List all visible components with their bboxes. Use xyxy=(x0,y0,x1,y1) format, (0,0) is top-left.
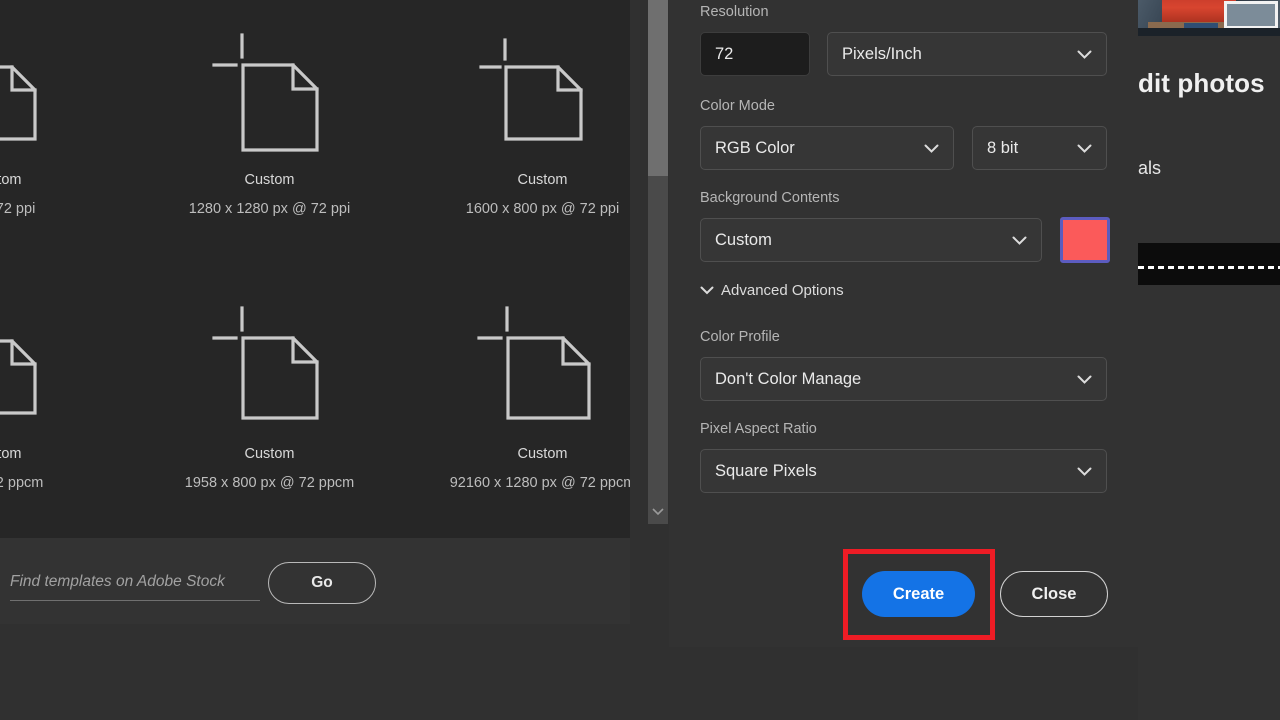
template-grid-pane: Custom px @ 72 ppi Custom 1280 x 12 xyxy=(0,0,630,538)
color-profile-value: Don't Color Manage xyxy=(715,369,862,388)
home-card[interactable] xyxy=(1138,243,1280,285)
color-mode-label: Color Mode xyxy=(700,98,775,114)
resolution-value: 72 xyxy=(715,44,734,63)
close-button[interactable]: Close xyxy=(1000,571,1108,617)
document-portrait-icon xyxy=(133,12,406,162)
color-depth-value: 8 bit xyxy=(987,138,1019,157)
create-button[interactable]: Create xyxy=(862,571,975,617)
resolution-input[interactable]: 72 xyxy=(700,32,810,76)
template-card[interactable]: Custom 92160 x 1280 px @ 72 ppcm xyxy=(406,256,630,530)
background-contents-dropdown[interactable]: Custom xyxy=(700,218,1042,262)
pixel-aspect-ratio-value: Square Pixels xyxy=(715,461,817,480)
template-card[interactable]: Custom 1958 x 800 px @ 72 ppcm xyxy=(133,256,406,530)
color-depth-dropdown[interactable]: 8 bit xyxy=(972,126,1107,170)
chevron-down-icon xyxy=(1012,236,1027,245)
template-card[interactable]: Custom 1600 x 800 px @ 72 ppi xyxy=(406,0,630,256)
resolution-unit-dropdown[interactable]: Pixels/Inch xyxy=(827,32,1107,76)
screen-root: dit photos als om 2 ppi Custom 1280 x 12… xyxy=(0,0,1280,720)
color-profile-label: Color Profile xyxy=(700,329,780,345)
chevron-down-icon xyxy=(1077,467,1092,476)
template-dimensions: 1958 x 800 px @ 72 ppcm xyxy=(184,475,355,491)
template-name: Custom xyxy=(244,172,295,188)
advanced-options-toggle[interactable]: Advanced Options xyxy=(700,282,844,299)
color-mode-value: RGB Color xyxy=(715,138,795,157)
home-screen-column: dit photos als xyxy=(1138,0,1280,720)
template-dimensions: px @ 72 ppcm xyxy=(0,475,44,491)
template-dimensions: 1280 x 1280 px @ 72 ppi xyxy=(188,201,351,217)
chevron-down-icon xyxy=(700,286,714,295)
photo-thumbnail[interactable] xyxy=(1138,0,1280,36)
document-landscape-icon xyxy=(0,286,133,436)
template-card[interactable]: Custom px @ 72 ppi xyxy=(0,0,133,256)
background-color-swatch[interactable] xyxy=(1060,217,1110,263)
template-name: Custom xyxy=(0,172,22,188)
document-landscape-icon xyxy=(0,12,133,162)
template-dimensions: 92160 x 1280 px @ 72 ppcm xyxy=(449,475,630,491)
document-landscape-icon xyxy=(133,286,406,436)
chevron-down-icon[interactable] xyxy=(648,502,668,522)
marching-ants-divider xyxy=(1138,266,1280,269)
chevron-down-icon xyxy=(1077,375,1092,384)
document-settings-panel: Resolution 72 Pixels/Inch Color Mode RGB… xyxy=(669,0,1138,647)
template-grid: Custom px @ 72 ppi Custom 1280 x 12 xyxy=(0,0,630,530)
thumbnail-frame xyxy=(1224,1,1278,29)
scrollbar-thumb[interactable] xyxy=(648,0,668,176)
chevron-down-icon xyxy=(1077,144,1092,153)
advanced-options-label: Advanced Options xyxy=(721,282,844,299)
template-dimensions: px @ 72 ppi xyxy=(0,201,36,217)
templates-scrollbar[interactable] xyxy=(648,0,668,524)
chevron-down-icon xyxy=(1077,50,1092,59)
stock-search-input[interactable] xyxy=(10,564,260,601)
color-profile-dropdown[interactable]: Don't Color Manage xyxy=(700,357,1107,401)
pixel-aspect-ratio-dropdown[interactable]: Square Pixels xyxy=(700,449,1107,493)
color-mode-dropdown[interactable]: RGB Color xyxy=(700,126,954,170)
template-name: Custom xyxy=(0,446,22,462)
adobe-stock-bar: Go xyxy=(0,538,630,624)
template-name: Custom xyxy=(517,446,568,462)
template-name: Custom xyxy=(244,446,295,462)
pixel-aspect-ratio-label: Pixel Aspect Ratio xyxy=(700,421,817,437)
document-landscape-icon xyxy=(406,286,630,436)
template-name: Custom xyxy=(517,172,568,188)
background-contents-label: Background Contents xyxy=(700,190,840,206)
home-subheading: als xyxy=(1138,158,1162,178)
document-landscape-icon xyxy=(406,12,630,162)
resolution-label: Resolution xyxy=(700,4,769,20)
background-contents-value: Custom xyxy=(715,230,772,249)
template-dimensions: 1600 x 800 px @ 72 ppi xyxy=(465,201,620,217)
template-card[interactable]: Custom 1280 x 1280 px @ 72 ppi xyxy=(133,0,406,256)
thumbnail-shade xyxy=(1138,28,1280,36)
go-button[interactable]: Go xyxy=(268,562,376,604)
template-card[interactable]: Custom px @ 72 ppcm xyxy=(0,256,133,530)
chevron-down-icon xyxy=(924,144,939,153)
home-heading: dit photos xyxy=(1138,68,1265,98)
resolution-unit-value: Pixels/Inch xyxy=(842,44,922,63)
